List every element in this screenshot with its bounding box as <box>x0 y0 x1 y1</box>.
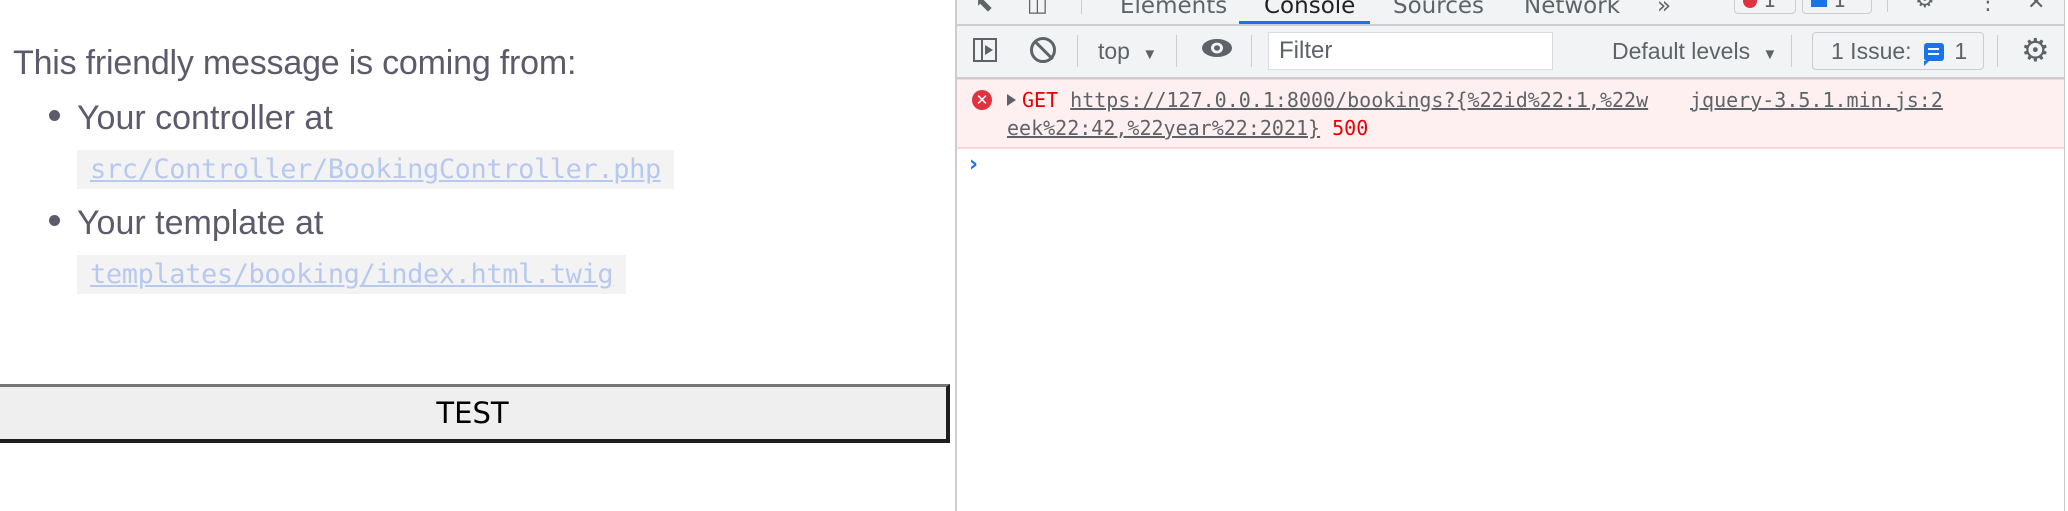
issues-label: 1 Issue: <box>1831 38 1912 64</box>
show-sidebar-icon[interactable] <box>973 38 997 62</box>
list-item-label: Your controller at <box>77 99 333 137</box>
template-path-link[interactable]: templates/booking/index.html.twig <box>77 255 627 294</box>
message-count: 1 <box>1833 0 1847 12</box>
close-devtools-icon[interactable]: ✕ <box>2027 0 2045 15</box>
inspect-element-icon[interactable]: ⬉ <box>975 0 993 17</box>
controller-path-link[interactable]: src/Controller/BookingController.php <box>77 150 674 189</box>
clear-console-icon[interactable] <box>1030 37 1056 63</box>
devtools-tabbar: ⬉ ◫ Elements Console Sources Network » 1… <box>957 0 2066 26</box>
bullet <box>49 215 60 226</box>
expand-triangle-icon[interactable] <box>1007 94 1016 106</box>
console-error-message: ✕ GET https://127.0.0.1:8000/bookings?{%… <box>957 79 2066 149</box>
page-content: This friendly message is coming from: Yo… <box>0 0 955 511</box>
more-options-icon[interactable]: ⋮ <box>1977 0 1999 15</box>
request-url-link[interactable]: https://127.0.0.1:8000/bookings?{%22id%2… <box>1070 88 1648 112</box>
error-count-badge[interactable]: 1 <box>1734 0 1796 14</box>
console-prompt-icon[interactable]: › <box>969 152 978 177</box>
console-toolbar: top ▼ Default levels ▼ 1 Issue: 1 ⚙ <box>957 26 2066 79</box>
list-item: Your controller at src/Controller/Bookin… <box>49 96 674 201</box>
separator <box>1081 0 1082 14</box>
settings-gear-icon[interactable]: ⚙ <box>1915 0 1935 13</box>
live-expression-eye-icon[interactable] <box>1202 39 1232 57</box>
separator <box>1176 35 1177 67</box>
device-toolbar-icon[interactable]: ◫ <box>1027 0 1048 17</box>
log-levels-dropdown[interactable]: Default levels ▼ <box>1612 26 1777 77</box>
error-dot-icon <box>1743 0 1757 8</box>
intro-text: This friendly message is coming from: <box>13 44 577 82</box>
log-levels-label: Default levels <box>1612 38 1751 64</box>
request-url-link-continued[interactable]: eek%22:42,%22year%22:2021} <box>1007 116 1320 140</box>
test-button[interactable]: TEST <box>0 384 950 443</box>
separator <box>1251 35 1252 67</box>
console-settings-gear-icon[interactable]: ⚙ <box>2021 32 2050 68</box>
error-count: 1 <box>1763 0 1777 12</box>
source-location-link[interactable]: jquery-3.5.1.min.js:2 <box>1690 88 1943 112</box>
error-line-1: GET https://127.0.0.1:8000/bookings?{%22… <box>1007 88 1648 112</box>
bullet <box>49 110 60 121</box>
more-tabs-icon[interactable]: » <box>1657 0 1671 24</box>
tab-network[interactable]: Network <box>1524 0 1620 24</box>
separator <box>1791 35 1792 67</box>
tab-sources[interactable]: Sources <box>1393 0 1484 24</box>
list-item: Your template at templates/booking/index… <box>49 201 674 306</box>
separator <box>1997 35 1998 67</box>
issue-message-icon <box>1923 43 1944 66</box>
source-list: Your controller at src/Controller/Bookin… <box>0 96 674 306</box>
separator <box>1887 0 1888 12</box>
request-method: GET <box>1022 88 1059 112</box>
error-icon: ✕ <box>972 90 992 110</box>
separator <box>1077 35 1078 67</box>
window-edge <box>2064 0 2068 511</box>
list-item-label: Your template at <box>77 204 324 242</box>
message-icon <box>1811 0 1827 7</box>
dropdown-arrow-icon: ▼ <box>1762 46 1778 63</box>
context-label: top <box>1098 38 1130 64</box>
error-line-2: eek%22:42,%22year%22:2021} 500 <box>1007 116 1368 140</box>
issues-button[interactable]: 1 Issue: 1 <box>1812 32 1985 70</box>
devtools-panel: ⬉ ◫ Elements Console Sources Network » 1… <box>955 0 2066 511</box>
console-filter-input[interactable] <box>1268 32 1553 70</box>
status-code: 500 <box>1332 116 1369 140</box>
dropdown-arrow-icon: ▼ <box>1142 46 1158 63</box>
context-selector[interactable]: top ▼ <box>1098 26 1157 77</box>
issues-count: 1 <box>1954 38 1968 64</box>
tab-elements[interactable]: Elements <box>1120 0 1227 24</box>
active-tab-indicator <box>1239 21 1370 24</box>
message-count-badge[interactable]: 1 <box>1802 0 1872 14</box>
